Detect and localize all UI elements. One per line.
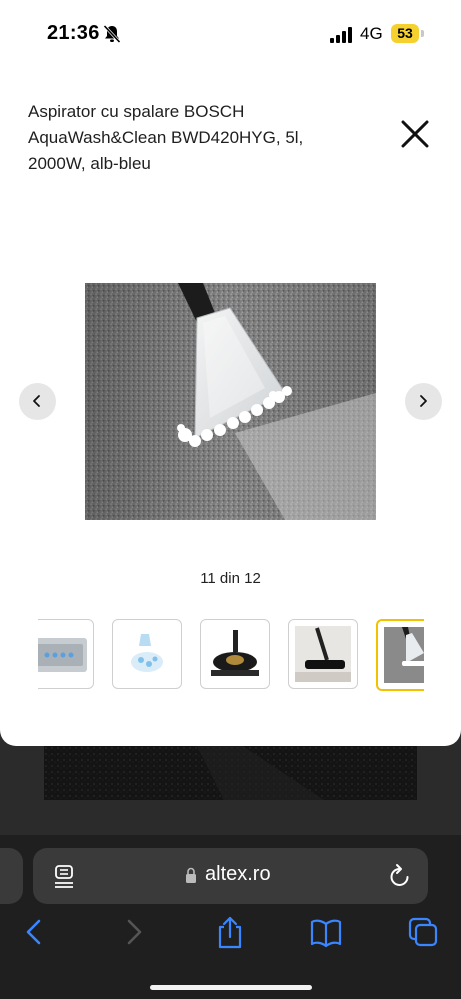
thumbnail-carpet-nozzle[interactable] xyxy=(376,619,424,691)
product-title: Aspirator cu spalare BOSCH AquaWash&Clea… xyxy=(28,102,304,173)
thumbnail-control-panel[interactable] xyxy=(38,619,94,689)
battery-tip xyxy=(421,30,424,37)
prev-image-button[interactable] xyxy=(19,383,56,420)
next-image-button[interactable] xyxy=(405,383,442,420)
network-type: 4G xyxy=(360,24,383,43)
reload-icon[interactable] xyxy=(388,863,412,889)
previous-tab-preview[interactable] xyxy=(0,848,23,904)
thumbnail-floor-nozzle-round[interactable] xyxy=(200,619,270,689)
address-bar[interactable]: altex.ro xyxy=(33,848,428,904)
signal-bars-icon xyxy=(330,27,352,43)
reader-icon[interactable] xyxy=(53,864,75,888)
background-product-image xyxy=(44,740,417,800)
chevron-left-icon xyxy=(33,395,40,407)
lock-icon xyxy=(186,867,196,883)
tabs-icon[interactable] xyxy=(407,915,439,949)
battery-icon: 53 xyxy=(391,24,419,43)
share-icon[interactable] xyxy=(214,915,246,949)
close-x-icon[interactable] xyxy=(398,117,432,151)
forward-icon[interactable] xyxy=(117,915,149,949)
thumbnail-floor-nozzle[interactable] xyxy=(288,619,358,689)
bell-slash-icon xyxy=(103,24,121,44)
back-icon[interactable] xyxy=(19,915,51,949)
main-product-image[interactable] xyxy=(85,283,376,520)
image-gallery-modal: Aspirator cu spalare BOSCH AquaWash&Clea… xyxy=(0,0,461,746)
chevron-right-icon xyxy=(420,395,427,407)
image-counter: 11 din 12 xyxy=(200,570,261,587)
url-text: altex.ro xyxy=(205,863,271,885)
home-indicator xyxy=(150,985,312,990)
status-bar: 21:36 4G 53 xyxy=(0,0,461,68)
thumbnail-water-tank[interactable] xyxy=(112,619,182,689)
thumbnail-strip[interactable] xyxy=(38,619,424,691)
bookmarks-icon[interactable] xyxy=(310,915,342,949)
status-time: 21:36 xyxy=(47,22,100,44)
battery-level: 53 xyxy=(397,25,413,41)
